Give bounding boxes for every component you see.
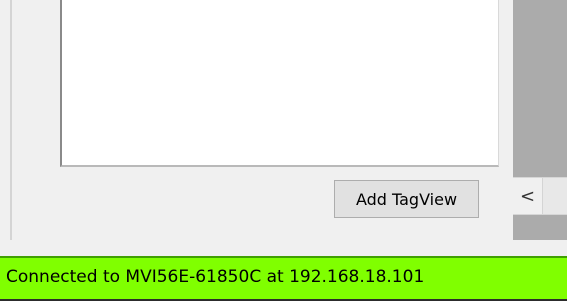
scroll-left-arrow-icon[interactable]: < [513, 178, 543, 214]
horizontal-scrollbar[interactable]: < [513, 177, 567, 215]
window-left-edge [0, 0, 12, 240]
add-tagview-button[interactable]: Add TagView [334, 180, 479, 218]
tag-list-area[interactable] [60, 0, 499, 167]
right-panel: < [513, 0, 567, 240]
scrollbar-track[interactable] [543, 178, 567, 214]
status-bar: Connected to MVI56E-61850C at 192.168.18… [0, 256, 567, 301]
status-text: Connected to MVI56E-61850C at 192.168.18… [6, 267, 425, 287]
